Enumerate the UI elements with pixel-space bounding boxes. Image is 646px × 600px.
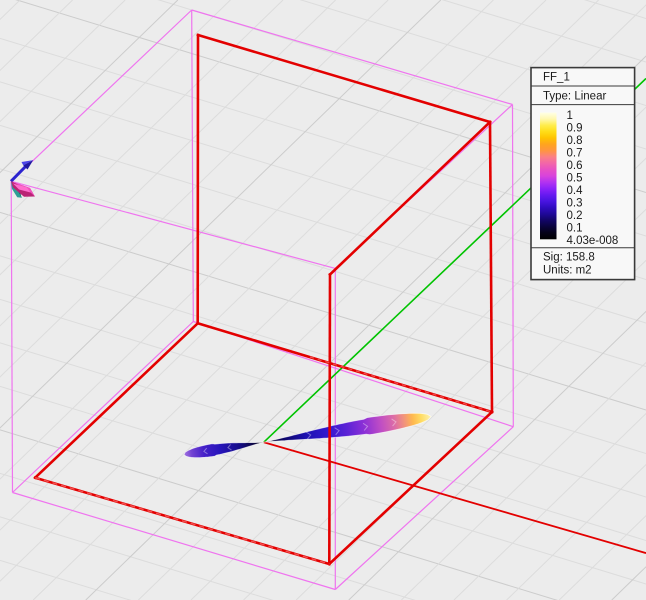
svg-text:0.5: 0.5 [567,172,583,184]
svg-text:0.6: 0.6 [567,160,583,172]
svg-text:4.03e-008: 4.03e-008 [567,235,619,247]
svg-text:FF_1: FF_1 [543,72,570,84]
svg-text:Type: Linear: Type: Linear [543,91,606,103]
svg-text:0.4: 0.4 [567,185,584,197]
svg-text:Units: m2: Units: m2 [543,265,592,277]
svg-text:0.3: 0.3 [567,197,583,209]
svg-text:0.7: 0.7 [567,147,583,159]
svg-text:0.2: 0.2 [567,210,583,222]
svg-text:0.1: 0.1 [567,223,583,235]
svg-text:0.8: 0.8 [567,135,583,147]
svg-text:Sig: 158.8: Sig: 158.8 [543,251,595,263]
svg-text:1: 1 [567,110,573,122]
svg-text:0.9: 0.9 [567,122,583,134]
